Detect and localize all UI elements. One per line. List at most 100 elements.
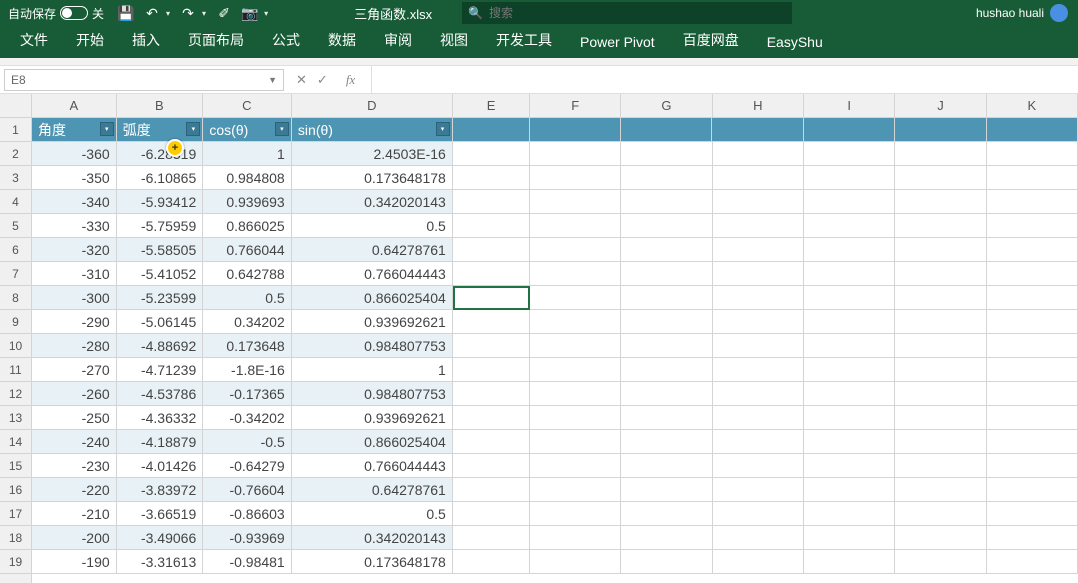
tab-页面布局[interactable]: 页面布局	[174, 24, 258, 58]
cell[interactable]	[530, 502, 621, 526]
cell[interactable]	[621, 358, 712, 382]
cell[interactable]	[530, 142, 621, 166]
cell[interactable]	[621, 214, 712, 238]
filter-icon[interactable]: ▾	[275, 122, 289, 136]
cell[interactable]	[713, 358, 804, 382]
cell[interactable]	[530, 454, 621, 478]
chevron-down-icon[interactable]: ▾	[264, 9, 268, 18]
row-header[interactable]: 9	[0, 310, 31, 334]
cell[interactable]	[804, 310, 895, 334]
chevron-down-icon[interactable]: ▾	[202, 9, 206, 18]
cell[interactable]	[987, 262, 1078, 286]
search-box[interactable]: 🔍	[462, 2, 792, 24]
cell[interactable]	[530, 190, 621, 214]
row-header[interactable]: 12	[0, 382, 31, 406]
cell[interactable]	[804, 190, 895, 214]
enter-icon[interactable]: ✓	[317, 72, 328, 88]
row-header[interactable]: 3	[0, 166, 31, 190]
cell[interactable]	[987, 502, 1078, 526]
cell[interactable]	[713, 214, 804, 238]
table-header-cell[interactable]: sin(θ)▾	[292, 118, 453, 142]
cell[interactable]	[804, 286, 895, 310]
cell[interactable]	[987, 214, 1078, 238]
cell[interactable]	[621, 118, 712, 142]
cell[interactable]: -200	[32, 526, 117, 550]
cell[interactable]	[895, 190, 986, 214]
cell[interactable]	[987, 406, 1078, 430]
cell[interactable]	[713, 166, 804, 190]
cell[interactable]: -230	[32, 454, 117, 478]
cell[interactable]	[987, 286, 1078, 310]
cell[interactable]	[621, 262, 712, 286]
cell[interactable]	[987, 142, 1078, 166]
cell[interactable]	[621, 478, 712, 502]
cell[interactable]	[621, 502, 712, 526]
cell[interactable]	[530, 262, 621, 286]
row-header[interactable]: 10	[0, 334, 31, 358]
row-header[interactable]: 2	[0, 142, 31, 166]
cell[interactable]	[895, 286, 986, 310]
cell[interactable]	[804, 262, 895, 286]
cell[interactable]: -310	[32, 262, 117, 286]
cell[interactable]	[895, 166, 986, 190]
cell[interactable]	[453, 334, 530, 358]
cell[interactable]	[530, 310, 621, 334]
cell[interactable]: -350	[32, 166, 117, 190]
row-header[interactable]: 8	[0, 286, 31, 310]
cell[interactable]	[621, 454, 712, 478]
tab-视图[interactable]: 视图	[426, 24, 482, 58]
undo-icon[interactable]: ↶	[144, 5, 160, 21]
cell[interactable]: 0.34202	[203, 310, 291, 334]
cell[interactable]: 0.984807753	[292, 382, 453, 406]
cell[interactable]	[895, 310, 986, 334]
chevron-down-icon[interactable]: ▾	[166, 9, 170, 18]
cell[interactable]	[713, 502, 804, 526]
column-header-C[interactable]: C	[203, 94, 291, 118]
cell[interactable]: -280	[32, 334, 117, 358]
row-header[interactable]: 1	[0, 118, 31, 142]
column-header-E[interactable]: E	[453, 94, 530, 118]
cell[interactable]	[895, 118, 986, 142]
filter-icon[interactable]: ▾	[100, 122, 114, 136]
cell[interactable]: -330	[32, 214, 117, 238]
cell[interactable]	[804, 142, 895, 166]
cell[interactable]	[713, 310, 804, 334]
cell[interactable]	[804, 214, 895, 238]
cell[interactable]	[713, 190, 804, 214]
save-icon[interactable]: 💾	[118, 5, 134, 21]
cell[interactable]	[621, 382, 712, 406]
formula-input[interactable]	[372, 69, 1078, 91]
cell[interactable]: -260	[32, 382, 117, 406]
filter-icon[interactable]: ▾	[186, 122, 200, 136]
cell[interactable]: -0.98481	[203, 550, 291, 574]
select-all-corner[interactable]	[0, 94, 31, 118]
cell[interactable]	[804, 502, 895, 526]
cell[interactable]: -4.01426	[117, 454, 204, 478]
cell[interactable]	[713, 430, 804, 454]
filter-icon[interactable]: ▾	[436, 122, 450, 136]
cell[interactable]: -3.66519	[117, 502, 204, 526]
cell[interactable]	[621, 286, 712, 310]
column-header-D[interactable]: D	[292, 94, 453, 118]
row-header[interactable]: 16	[0, 478, 31, 502]
cell[interactable]: -5.75959	[117, 214, 204, 238]
cell[interactable]: 0.866025	[203, 214, 291, 238]
cell[interactable]: 0.342020143	[292, 526, 453, 550]
cell[interactable]	[804, 430, 895, 454]
screenshot-icon[interactable]: 📷	[242, 5, 258, 21]
cell[interactable]: 0.5	[203, 286, 291, 310]
cell[interactable]	[804, 334, 895, 358]
cell[interactable]	[621, 334, 712, 358]
table-header-cell[interactable]: 弧度▾	[117, 118, 204, 142]
cell[interactable]	[987, 478, 1078, 502]
cell[interactable]: -300	[32, 286, 117, 310]
cell[interactable]: 0.939692621	[292, 406, 453, 430]
tab-power-pivot[interactable]: Power Pivot	[566, 28, 669, 58]
column-header-H[interactable]: H	[713, 94, 804, 118]
cell[interactable]	[530, 286, 621, 310]
cell[interactable]: 0.173648178	[292, 166, 453, 190]
cell[interactable]	[530, 118, 621, 142]
cell[interactable]	[713, 142, 804, 166]
cell[interactable]	[804, 550, 895, 574]
cell[interactable]	[987, 166, 1078, 190]
